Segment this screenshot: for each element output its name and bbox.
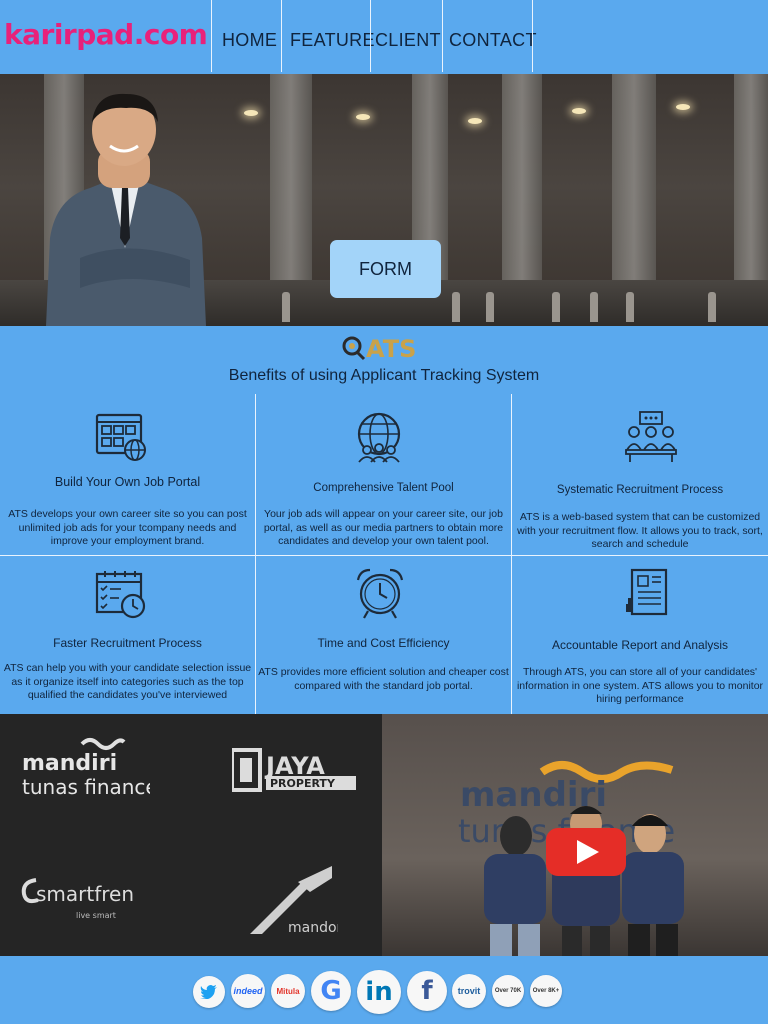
svg-text:mandiri: mandiri xyxy=(22,751,117,776)
nav-divider xyxy=(532,0,533,72)
trovit-icon[interactable]: trovit xyxy=(452,974,486,1008)
indeed-icon[interactable]: indeed xyxy=(231,974,265,1008)
svg-text:mandom: mandom xyxy=(288,920,338,936)
web-portal-icon xyxy=(95,413,146,461)
bollard xyxy=(626,292,634,322)
alarm-clock-icon xyxy=(356,568,404,619)
globe-people-icon xyxy=(357,412,401,463)
mandom-logo: mandom xyxy=(250,866,338,936)
nav-home[interactable]: HOME xyxy=(222,30,277,51)
mandiri-tunas-finance-logo: mandiri tunas finance xyxy=(22,738,150,799)
feature-description: ATS can help you with your candidate sel… xyxy=(3,662,252,701)
jaya-property-logo: JAYA PROPERTY xyxy=(232,748,356,792)
bollard xyxy=(552,292,560,322)
feature-title: Accountable Report and Analysis xyxy=(551,638,729,652)
feature-title: Build Your Own Job Portal xyxy=(54,475,201,489)
feature-title: Systematic Recruitment Process xyxy=(556,484,724,496)
ceiling-light xyxy=(676,104,690,110)
bollard xyxy=(282,292,290,322)
facebook-icon[interactable]: f xyxy=(407,971,447,1011)
bollard xyxy=(708,292,716,322)
feature-description: Your job ads will appear on your career … xyxy=(263,508,504,547)
nav-feature[interactable]: FEATURE xyxy=(290,30,375,51)
karirpad-logo[interactable]: karirpad.com xyxy=(4,18,208,51)
svg-text:smartfren: smartfren xyxy=(36,882,134,906)
nav-divider xyxy=(370,0,371,72)
feature-title: Faster Recruitment Process xyxy=(53,636,202,650)
benefits-title: Benefits of using Applicant Tracking Sys… xyxy=(228,367,540,384)
video-play-button[interactable] xyxy=(546,828,626,876)
feature-card-faster-recruitment: Faster Recruitment Process ATS can help … xyxy=(0,556,256,714)
ats-logo-text: ATS xyxy=(366,335,416,362)
feature-card-talent-pool: Comprehensive Talent Pool Your job ads w… xyxy=(256,394,512,556)
partner-icon-1[interactable]: Over 70K xyxy=(492,975,524,1007)
client-logos: mandiri tunas finance JAYA PROPERTY smar… xyxy=(0,714,382,956)
svg-text:JAYA: JAYA xyxy=(264,752,325,780)
twitter-icon[interactable] xyxy=(193,976,225,1008)
feature-description: Through ATS, you can store all of your c… xyxy=(516,666,764,705)
svg-text:PROPERTY: PROPERTY xyxy=(270,777,336,790)
google-icon[interactable]: G xyxy=(311,971,351,1011)
mitula-icon[interactable]: Mitula xyxy=(271,974,305,1008)
feature-card-recruitment-process: Systematic Recruitment Process ATS is a … xyxy=(512,394,768,556)
ats-section-header: ATS Benefits of using Applicant Tracking… xyxy=(0,326,768,394)
smartfren-logo: smartfren live smart xyxy=(21,878,134,920)
nav-contact[interactable]: CONTACT xyxy=(449,30,537,51)
ceiling-light xyxy=(572,108,586,114)
bollard xyxy=(590,292,598,322)
bollard xyxy=(452,292,460,322)
feature-title: Time and Cost Efficiency xyxy=(317,636,450,650)
nav-divider xyxy=(211,0,212,72)
nav-client[interactable]: CLIENT xyxy=(375,30,441,51)
feature-card-report: Accountable Report and Analysis Through … xyxy=(512,556,768,714)
hero-banner: FORM xyxy=(0,74,768,326)
ceiling-light xyxy=(356,114,370,120)
report-icon xyxy=(626,568,668,616)
meeting-icon xyxy=(625,411,677,462)
ceiling-light xyxy=(244,110,258,116)
calendar-clock-icon xyxy=(95,571,146,619)
logo-text: karirpad.com xyxy=(4,18,208,51)
ats-logo: ATS xyxy=(342,335,416,362)
svg-text:live smart: live smart xyxy=(76,911,116,920)
feature-card-efficiency: Time and Cost Efficiency ATS provides mo… xyxy=(256,556,512,714)
ceiling-light xyxy=(468,118,482,124)
feature-title: Comprehensive Talent Pool xyxy=(313,482,454,494)
linkedin-icon[interactable]: in xyxy=(357,970,401,1014)
svg-text:tunas finance: tunas finance xyxy=(22,775,150,799)
site-header: karirpad.com HOME FEATURE CLIENT CONTACT xyxy=(0,0,768,74)
form-button[interactable]: FORM xyxy=(330,240,441,298)
features-grid: Build Your Own Job Portal ATS develops y… xyxy=(0,394,768,714)
feature-description: ATS provides more efficient solution and… xyxy=(258,666,509,692)
businessman-photo xyxy=(46,93,206,326)
partner-footer: indeed Mitula G in f trovit Over 70K Ove… xyxy=(0,956,768,1024)
feature-description: ATS is a web-based system that can be cu… xyxy=(517,511,763,550)
feature-card-job-portal: Build Your Own Job Portal ATS develops y… xyxy=(0,394,256,556)
partner-icon-2[interactable]: Over 8K+ xyxy=(530,975,562,1007)
feature-description: ATS develops your own career site so you… xyxy=(8,508,247,547)
nav-divider xyxy=(281,0,282,72)
bollard xyxy=(486,292,494,322)
nav-divider xyxy=(442,0,443,72)
